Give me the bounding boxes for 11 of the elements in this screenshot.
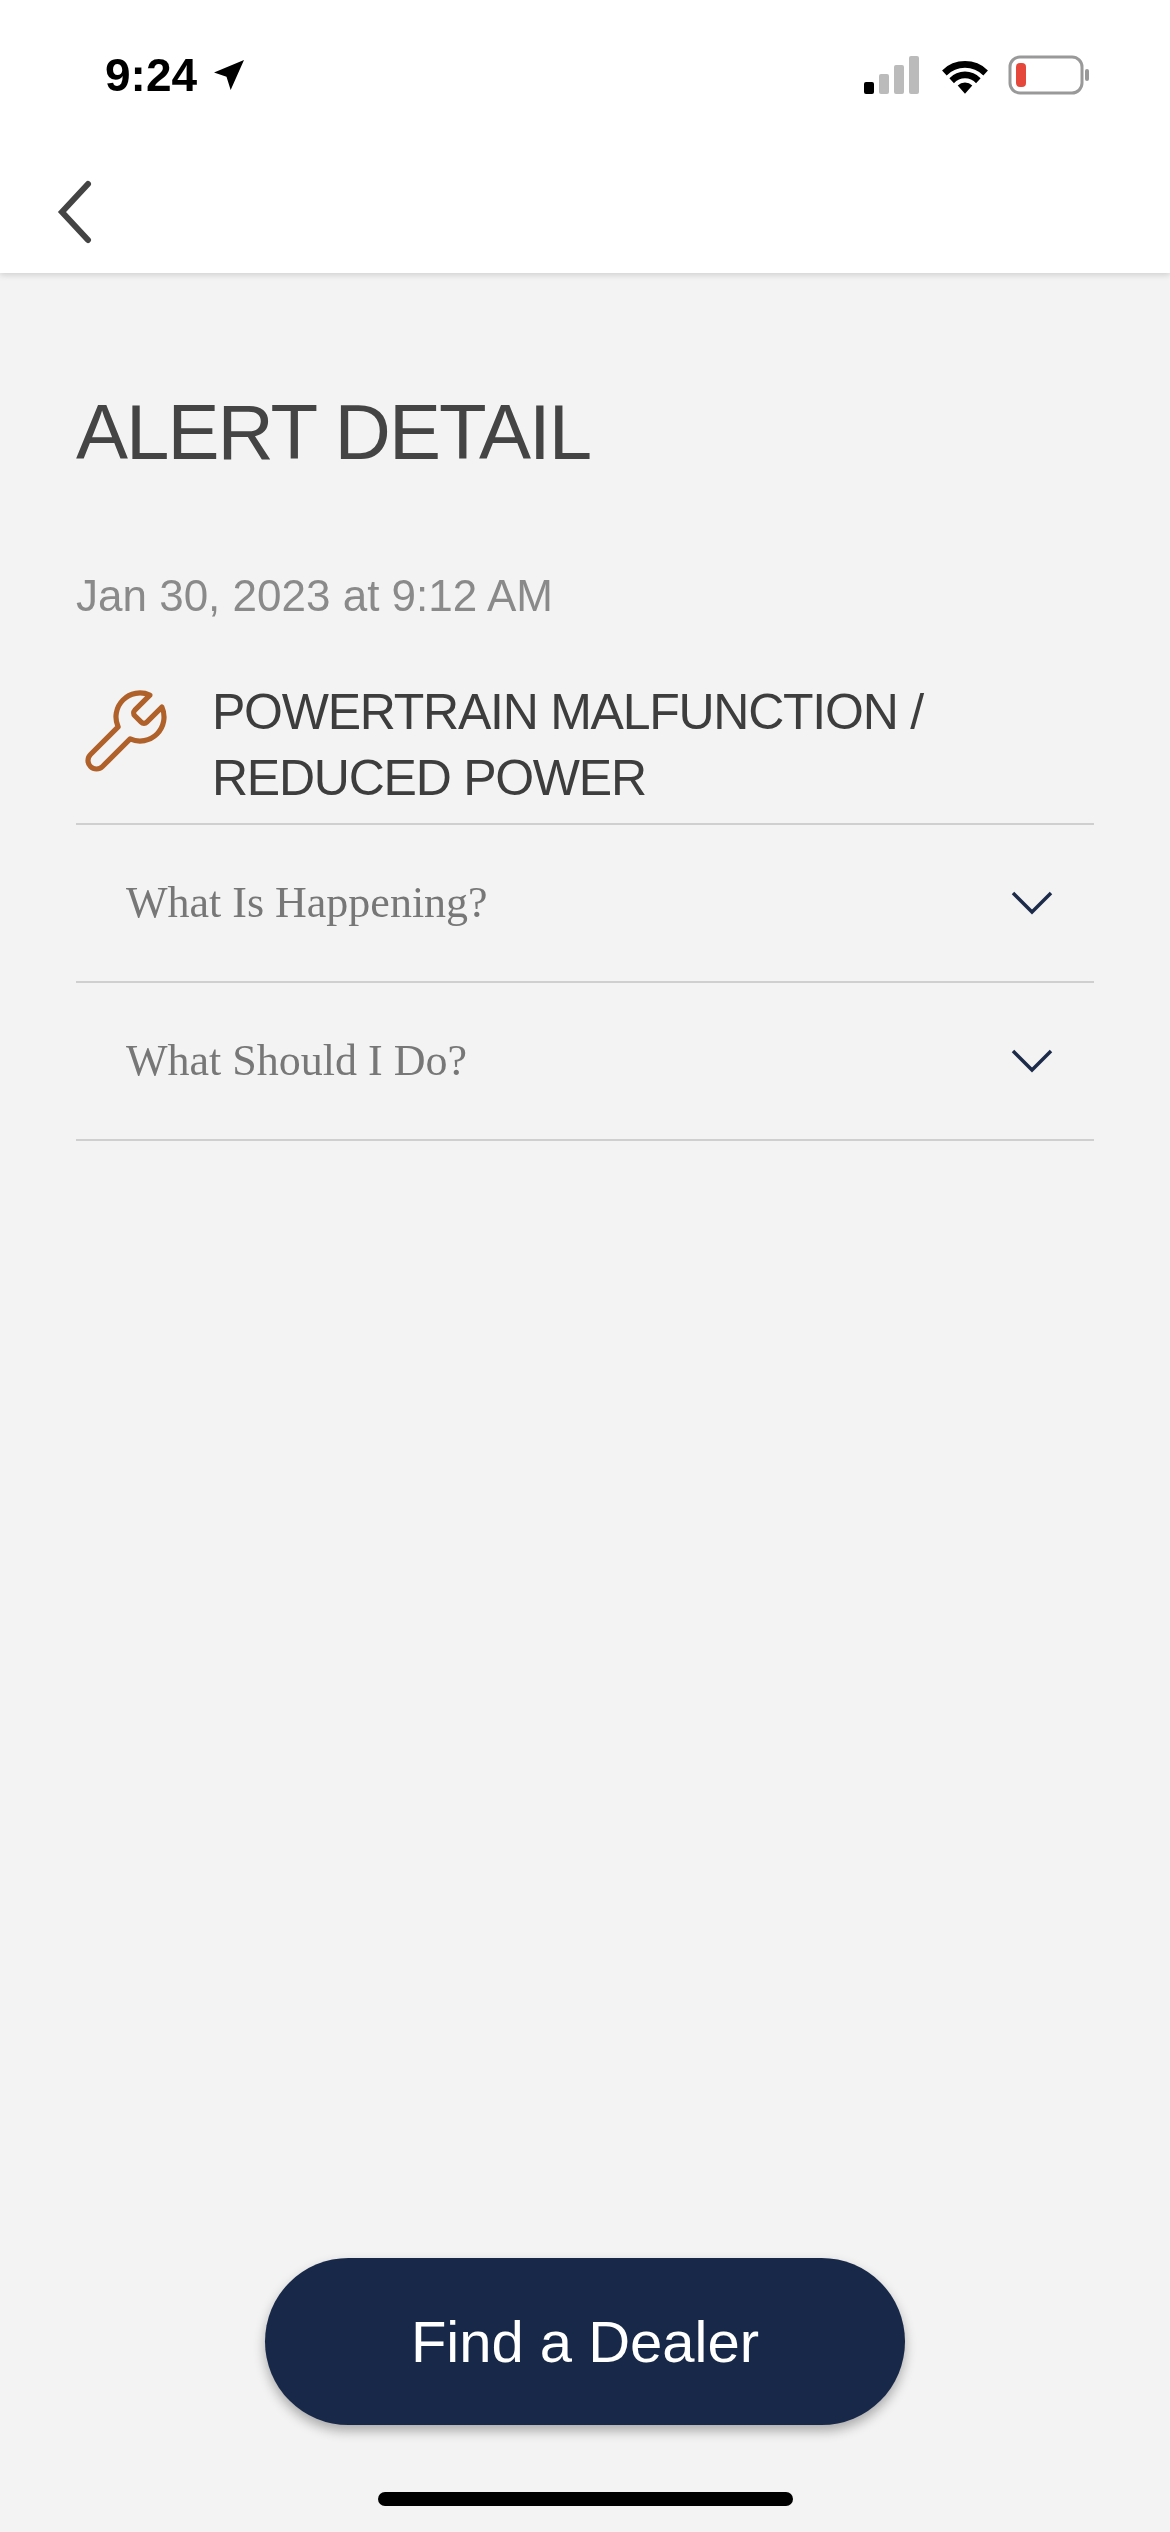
chevron-down-icon: [1010, 890, 1054, 916]
status-time: 9:24: [105, 47, 198, 103]
alert-title: POWERTRAIN MALFUNCTION / REDUCED POWER: [212, 683, 925, 808]
alert-date: Jan 30, 2023 at 9:12 AM: [76, 570, 555, 622]
page-title: ALERT DETAIL: [76, 393, 592, 471]
find-dealer-button[interactable]: Find a Dealer: [265, 2258, 905, 2425]
accordion-row[interactable]: What Should I Do?: [76, 983, 1094, 1141]
signal-icon: [864, 56, 922, 94]
chevron-down-icon: [1010, 1048, 1054, 1074]
battery-icon: [1008, 55, 1090, 95]
accordion-row[interactable]: What Is Happening?: [76, 825, 1094, 983]
